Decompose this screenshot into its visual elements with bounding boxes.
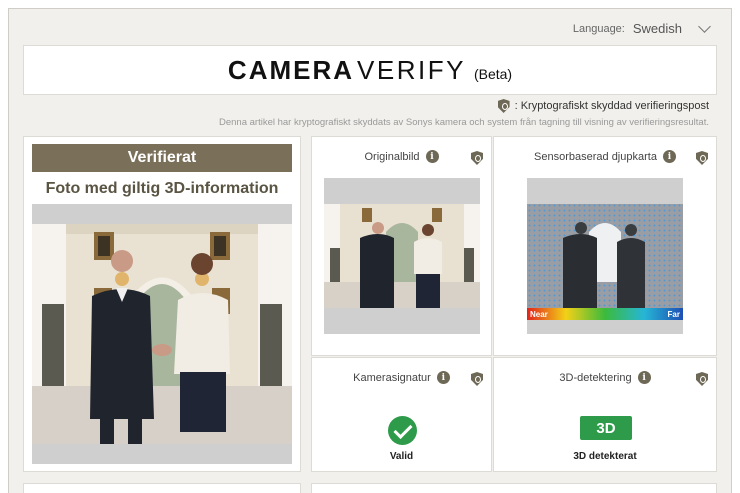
app-frame: Language: Swedish CAMERA VERIFY (Beta) :…	[8, 8, 732, 493]
next-row-card-left	[23, 483, 301, 493]
detection-header: 3D-detektering i	[494, 371, 716, 384]
depth-map-title: Sensorbaserad djupkarta	[534, 150, 657, 163]
info-icon[interactable]: i	[425, 150, 439, 163]
shield-icon	[497, 99, 510, 113]
depth-near-label: Near	[530, 310, 548, 319]
logo-camera: CAMERA	[227, 54, 355, 85]
thumbnail-illustration	[324, 178, 480, 334]
chevron-down-icon[interactable]	[698, 19, 711, 33]
info-icon[interactable]: i	[436, 371, 450, 384]
depth-map-header: Sensorbaserad djupkarta i	[494, 150, 716, 163]
info-icon[interactable]: i	[637, 371, 651, 384]
next-row-card-right	[311, 483, 717, 493]
status-badge: Verifierat	[32, 144, 292, 172]
original-image-title: Originalbild	[364, 150, 420, 163]
camera-signature-title: Kamerasignatur	[353, 371, 431, 384]
signature-result: Valid	[389, 451, 414, 462]
verified-photo[interactable]	[32, 204, 292, 464]
original-image-header: Originalbild i	[312, 150, 491, 163]
depth-map-thumbnail[interactable]: Near Far	[527, 178, 683, 334]
header-banner: CAMERA VERIFY (Beta)	[23, 45, 717, 95]
depth-map-panel: Sensorbaserad djupkarta i Near Far	[493, 136, 717, 356]
logo-verify: VERIFY	[357, 54, 466, 85]
camera-verify-logo: CAMERA VERIFY (Beta)	[228, 55, 512, 86]
language-selector[interactable]: Language: Swedish	[572, 19, 711, 36]
logo-beta: (Beta)	[473, 65, 513, 82]
original-image-panel: Originalbild i	[311, 136, 492, 356]
3d-badge: 3D	[580, 416, 632, 440]
depth-far-label: Far	[668, 310, 680, 319]
photo-illustration	[32, 204, 292, 464]
legend: : Kryptografiskt skyddad verifieringspos…	[497, 99, 709, 113]
detection-title: 3D-detektering	[559, 371, 632, 384]
detection-panel: 3D-detektering i 3D 3D detekterat	[493, 357, 717, 472]
description-text: Denna artikel har kryptografiskt skyddat…	[219, 117, 709, 128]
camera-signature-header: Kamerasignatur i	[312, 371, 491, 384]
camera-signature-panel: Kamerasignatur i Valid	[311, 357, 492, 472]
language-value[interactable]: Swedish	[633, 21, 682, 36]
original-image-thumbnail[interactable]	[324, 178, 480, 334]
result-subtitle: Foto med giltig 3D-information	[45, 180, 279, 197]
verification-result-card: Verifierat Foto med giltig 3D-informatio…	[23, 136, 301, 472]
language-label: Language:	[572, 22, 625, 35]
legend-text: : Kryptografiskt skyddad verifieringspos…	[514, 100, 709, 112]
detection-result: 3D detekterat	[573, 451, 637, 462]
depth-map-illustration: Near Far	[527, 178, 683, 334]
check-circle-icon	[388, 416, 417, 445]
info-icon[interactable]: i	[662, 150, 676, 163]
